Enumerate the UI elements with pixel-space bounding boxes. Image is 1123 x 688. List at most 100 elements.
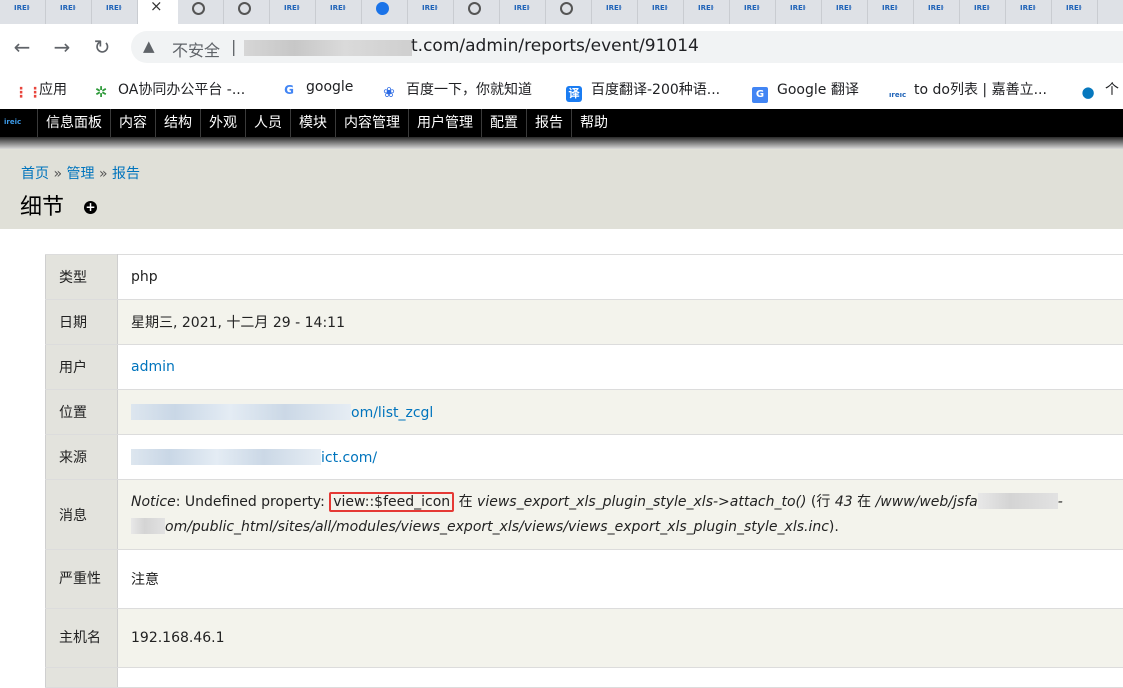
- warning-icon[interactable]: ▲: [143, 37, 155, 55]
- browser-tab[interactable]: IREIC: [914, 0, 960, 24]
- browser-tab[interactable]: IREIC: [92, 0, 138, 24]
- message-notice: Notice: [131, 493, 176, 510]
- ireic-icon: IREIC: [882, 4, 898, 12]
- site-logo[interactable]: ireic: [4, 118, 21, 126]
- ireic-icon: IREIC: [422, 4, 438, 12]
- address-url[interactable]: t.com/admin/reports/event/91014: [411, 36, 699, 56]
- bookmark-label: google: [306, 79, 354, 95]
- browser-tab[interactable]: [454, 0, 500, 24]
- browser-tab[interactable]: IREIC: [822, 0, 868, 24]
- browser-tab[interactable]: IREIC: [46, 0, 92, 24]
- breadcrumb: 首页 » 管理 » 报告: [21, 163, 140, 183]
- drupal-icon: ●: [1081, 83, 1095, 101]
- referrer-link[interactable]: ict.com/: [321, 450, 377, 466]
- referrer-label: 来源: [45, 434, 118, 480]
- browser-tab[interactable]: IREIC: [592, 0, 638, 24]
- browser-tab[interactable]: IREIC: [638, 0, 684, 24]
- message-in: 在: [852, 493, 876, 510]
- message-line-open: (行: [806, 493, 835, 510]
- menu-item-reports[interactable]: 报告: [526, 109, 571, 137]
- bookmarks-bar: ⋮⋮应用 ✲ OA协同办公平台 -... Ggoogle ❀ 百度一下，你就知道 译…: [0, 70, 1123, 108]
- browser-tab[interactable]: IREIC: [408, 0, 454, 24]
- table-row: [45, 667, 1123, 688]
- browser-tab[interactable]: IREIC: [960, 0, 1006, 24]
- location-label: 位置: [45, 389, 118, 435]
- user-label: 用户: [45, 344, 118, 390]
- browser-tab[interactable]: IREIC: [0, 0, 46, 24]
- menu-item-help[interactable]: 帮助: [571, 109, 616, 137]
- bookmark-baidu[interactable]: ❀ 百度一下，你就知道: [381, 79, 532, 101]
- menu-shadow: [0, 137, 1123, 149]
- bookmark-google-translate[interactable]: G Google 翻译: [752, 79, 859, 103]
- browser-tab[interactable]: IREIC: [316, 0, 362, 24]
- severity-label: 严重性: [45, 549, 118, 609]
- browser-tab[interactable]: IREIC: [776, 0, 822, 24]
- google-translate-icon: G: [752, 87, 768, 103]
- reload-icon[interactable]: ↻: [90, 35, 114, 59]
- insecure-label[interactable]: 不安全: [172, 37, 220, 61]
- message-path-dash: -: [1057, 493, 1063, 510]
- globe-icon: [238, 2, 251, 15]
- location-link[interactable]: om/list_zcgl: [351, 405, 433, 421]
- add-shortcut-plus-icon[interactable]: +: [84, 201, 97, 214]
- breadcrumb-admin[interactable]: 管理: [66, 166, 94, 182]
- menu-item-configuration[interactable]: 配置: [481, 109, 526, 137]
- redacted-path: [131, 517, 165, 534]
- bookmark-oa[interactable]: ✲ OA协同办公平台 -...: [93, 79, 246, 100]
- menu-item-dashboard[interactable]: 信息面板: [37, 109, 110, 137]
- table-row: 类型 php: [45, 254, 1123, 300]
- menu-item-content[interactable]: 内容: [110, 109, 155, 137]
- table-row: 主机名 192.168.46.1: [45, 608, 1123, 668]
- user-link[interactable]: admin: [131, 359, 175, 375]
- close-icon[interactable]: ×: [150, 0, 163, 15]
- menu-item-user-management[interactable]: 用户管理: [408, 109, 481, 137]
- back-arrow-icon[interactable]: ←: [10, 35, 34, 59]
- ireic-icon: IREIC: [836, 4, 852, 12]
- menu-item-people[interactable]: 人员: [245, 109, 290, 137]
- bookmark-apps[interactable]: ⋮⋮应用: [14, 79, 67, 101]
- bookmark-google[interactable]: Ggoogle: [281, 79, 353, 98]
- bookmark-baidu-translate[interactable]: 译百度翻译-200种语...: [566, 79, 720, 102]
- menu-item-content-management[interactable]: 内容管理: [335, 109, 408, 137]
- table-row: 来源 ict.com/: [45, 434, 1123, 480]
- bookmark-label: 百度一下，你就知道: [406, 82, 532, 98]
- browser-tab-active[interactable]: ×: [138, 0, 178, 24]
- ireic-icon: IREIC: [652, 4, 668, 12]
- redacted-path: [977, 492, 1058, 509]
- type-value: php: [117, 254, 1123, 300]
- browser-tab[interactable]: IREIC: [1006, 0, 1052, 24]
- address-bar[interactable]: ▲ 不安全 | t.com/admin/reports/event/91014: [131, 31, 1123, 63]
- bookmark-label: Google 翻译: [777, 82, 859, 98]
- breadcrumb-reports[interactable]: 报告: [112, 166, 140, 182]
- type-label: 类型: [45, 254, 118, 300]
- browser-tab[interactable]: [178, 0, 224, 24]
- admin-menu: 信息面板 内容 结构 外观 人员 模块 内容管理 用户管理 配置 报告 帮助: [37, 109, 616, 137]
- baidu-icon: ❀: [383, 85, 395, 101]
- globe-icon: [192, 2, 205, 15]
- globe-icon: [376, 2, 389, 15]
- table-row: 消息 Notice: Undefined property: view::$fe…: [45, 479, 1123, 550]
- browser-tab[interactable]: IREIC: [270, 0, 316, 24]
- browser-tab[interactable]: [546, 0, 592, 24]
- breadcrumb-home[interactable]: 首页: [21, 166, 49, 182]
- globe-icon: [560, 2, 573, 15]
- menu-item-modules[interactable]: 模块: [290, 109, 335, 137]
- browser-tab[interactable]: IREIC: [868, 0, 914, 24]
- browser-tab[interactable]: IREIC: [684, 0, 730, 24]
- bookmark-label: OA协同办公平台 -...: [118, 82, 246, 98]
- table-row: 用户 admin: [45, 344, 1123, 390]
- bookmark-label: 百度翻译-200种语...: [591, 82, 721, 98]
- browser-tab[interactable]: [362, 0, 408, 24]
- forward-arrow-icon[interactable]: →: [50, 35, 74, 59]
- browser-tab[interactable]: IREIC: [1052, 0, 1098, 24]
- browser-tab[interactable]: [224, 0, 270, 24]
- browser-tab[interactable]: IREIC: [500, 0, 546, 24]
- ireic-icon: IREIC: [106, 4, 122, 12]
- menu-item-appearance[interactable]: 外观: [200, 109, 245, 137]
- message-label: 消息: [45, 479, 118, 550]
- bookmark-drupal[interactable]: ● 个: [1080, 79, 1119, 100]
- event-details-table: 类型 php 日期 星期三, 2021, 十二月 29 - 14:11 用户 a…: [45, 254, 1123, 688]
- bookmark-todo[interactable]: ıreıc to do列表 | 嘉善立...: [889, 79, 1047, 103]
- menu-item-structure[interactable]: 结构: [155, 109, 200, 137]
- browser-tab[interactable]: IREIC: [730, 0, 776, 24]
